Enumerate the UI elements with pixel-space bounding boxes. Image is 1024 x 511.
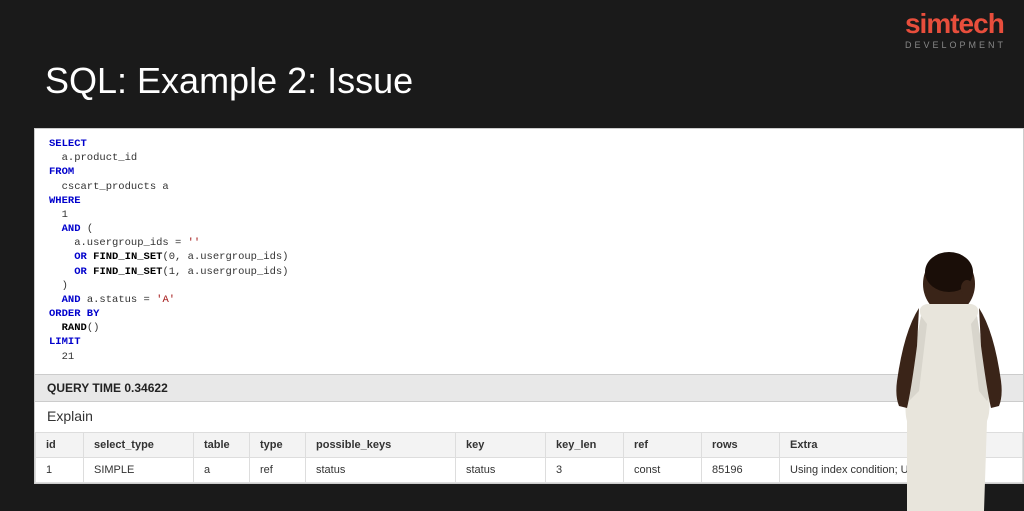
sql-keyword-from: FROM (49, 166, 74, 178)
th-key-len: key_len (546, 432, 624, 457)
query-time-label: QUERY TIME (47, 381, 121, 395)
td-rows: 85196 (702, 457, 780, 482)
sql-keyword-and: AND (62, 294, 81, 306)
th-extra: Extra (780, 432, 1023, 457)
th-id: id (36, 432, 84, 457)
explain-label: Explain (35, 402, 1023, 432)
sql-table: cscart_products a (49, 181, 169, 193)
th-possible-keys: possible_keys (306, 432, 456, 457)
sql-status-pre: a.status = (81, 294, 157, 306)
th-table: table (194, 432, 250, 457)
sql-rand-paren: () (87, 322, 100, 334)
sql-keyword-where: WHERE (49, 195, 81, 207)
sql-keyword-or: OR (74, 266, 87, 278)
td-possible-keys: status (306, 457, 456, 482)
th-key: key (456, 432, 546, 457)
sql-status-val: 'A' (156, 294, 175, 306)
td-select-type: SIMPLE (84, 457, 194, 482)
sql-columns: a.product_id (49, 152, 137, 164)
sql-fn-findinset: FIND_IN_SET (93, 266, 162, 278)
td-extra: Using index condition; Using where (780, 457, 1023, 482)
explain-table: id select_type table type possible_keys … (35, 432, 1023, 483)
sql-fis-args-1: (1, a.usergroup_ids) (162, 266, 288, 278)
slide-title: SQL: Example 2: Issue (0, 0, 1024, 102)
th-ref: ref (624, 432, 702, 457)
sql-paren-close: ) (49, 280, 68, 292)
sql-keyword-select: SELECT (49, 138, 87, 150)
th-type: type (250, 432, 306, 457)
sql-where-1: 1 (49, 209, 68, 221)
td-id: 1 (36, 457, 84, 482)
td-type: ref (250, 457, 306, 482)
logo-brand: simtech (905, 10, 1006, 38)
sql-code: SELECT a.product_id FROM cscart_products… (35, 129, 1023, 374)
td-key: status (456, 457, 546, 482)
th-select-type: select_type (84, 432, 194, 457)
sql-panel: SELECT a.product_id FROM cscart_products… (34, 128, 1024, 484)
query-time-value: 0.34622 (124, 381, 167, 395)
table-row: 1 SIMPLE a ref status status 3 const 851… (36, 457, 1023, 482)
logo-subtitle: DEVELOPMENT (905, 40, 1006, 50)
sql-fis-args-0: (0, a.usergroup_ids) (162, 251, 288, 263)
td-ref: const (624, 457, 702, 482)
td-key-len: 3 (546, 457, 624, 482)
td-table: a (194, 457, 250, 482)
sql-keyword-and: AND (62, 223, 81, 235)
logo: simtech DEVELOPMENT (905, 10, 1006, 50)
sql-fn-rand: RAND (62, 322, 87, 334)
sql-keyword-or: OR (74, 251, 87, 263)
sql-fn-findinset: FIND_IN_SET (93, 251, 162, 263)
sql-keyword-limit: LIMIT (49, 336, 81, 348)
sql-limit-n: 21 (49, 351, 74, 363)
sql-empty-string: '' (188, 237, 201, 249)
th-rows: rows (702, 432, 780, 457)
sql-cond-eq: a.usergroup_ids = (49, 237, 188, 249)
sql-paren-open: ( (87, 223, 93, 235)
table-header-row: id select_type table type possible_keys … (36, 432, 1023, 457)
query-time-bar: QUERY TIME 0.34622 (35, 374, 1023, 402)
sql-keyword-orderby: ORDER BY (49, 308, 99, 320)
